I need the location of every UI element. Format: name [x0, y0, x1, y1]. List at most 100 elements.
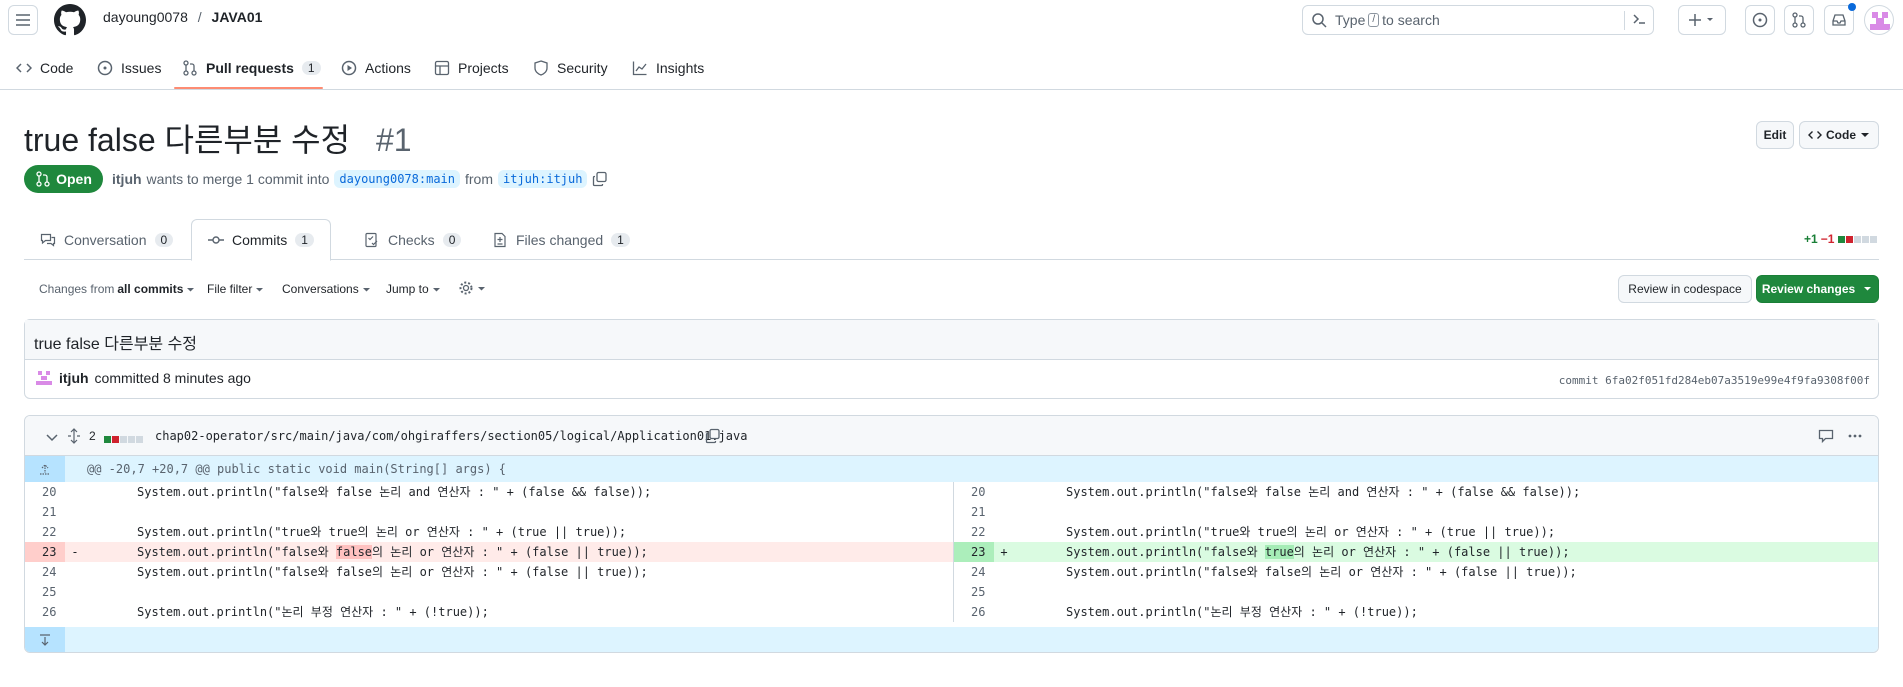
repo-tab-insights[interactable]: Insights — [624, 53, 712, 83]
top-bar: dayoung0078 / JAVA01 Type / to search — [0, 0, 1903, 40]
tab-count: 0 — [154, 232, 174, 247]
tab-checks[interactable]: Checks 0 — [348, 219, 477, 260]
author-avatar[interactable] — [35, 369, 53, 387]
line-number[interactable]: 20 — [25, 482, 65, 502]
menu-button[interactable] — [8, 5, 38, 35]
line-number[interactable]: 21 — [954, 502, 994, 522]
repo-tab-pull-requests[interactable]: Pull requests 1 — [174, 53, 329, 83]
search-input[interactable]: Type / to search — [1302, 5, 1654, 35]
create-new-button[interactable] — [1678, 5, 1726, 35]
repo-tab-code[interactable]: Code — [8, 53, 81, 83]
line-number[interactable]: 21 — [25, 502, 65, 522]
code-segment: System.out.println("false와 — [1066, 545, 1265, 559]
pull-request-icon — [183, 60, 197, 76]
chevron-down-icon — [187, 287, 195, 291]
code-line: System.out.println("false와 false의 논리 or … — [85, 542, 648, 562]
kebab-horizontal-icon[interactable] — [1847, 428, 1863, 444]
code-line: System.out.println("true와 true의 논리 or 연산… — [1066, 525, 1556, 539]
repo-tab-issues[interactable]: Issues — [89, 53, 169, 83]
line-number[interactable]: 23 — [954, 542, 994, 562]
repo-name-link[interactable]: JAVA01 — [212, 9, 263, 25]
line-number[interactable]: 22 — [954, 522, 994, 542]
tab-conversation[interactable]: Conversation 0 — [24, 219, 189, 260]
added-word: true — [1264, 545, 1294, 559]
line-number[interactable]: 25 — [954, 582, 994, 602]
issues-button[interactable] — [1745, 5, 1775, 35]
code-icon — [16, 63, 32, 73]
changes-from-value: all commits — [117, 282, 184, 296]
conversations-dropdown[interactable]: Conversations — [282, 282, 371, 296]
diff-settings-dropdown[interactable] — [458, 280, 486, 296]
user-avatar[interactable] — [1864, 5, 1894, 35]
pr-meta: itjuh wants to merge 1 commit into dayou… — [112, 170, 608, 188]
line-number[interactable]: 23 — [25, 542, 65, 562]
tab-commits[interactable]: Commits 1 — [191, 219, 331, 261]
diff-right: 26 System.out.println("논리 부정 연산자 : " + (!… — [953, 602, 1878, 622]
chevron-down-icon — [1864, 287, 1872, 291]
base-branch[interactable]: dayoung0078:main — [334, 170, 460, 188]
repo-tab-security[interactable]: Security — [525, 53, 616, 83]
changes-from-dropdown[interactable]: Changes from all commits — [39, 282, 195, 296]
jump-to-label: Jump to — [386, 282, 429, 296]
comment-icon[interactable] — [1818, 428, 1834, 444]
line-number[interactable]: 24 — [954, 562, 994, 582]
notification-dot — [1848, 3, 1856, 11]
review-in-codespace-label: Review in codespace — [1628, 282, 1742, 296]
repo-tab-label: Pull requests — [206, 60, 294, 76]
code-segment: 의 논리 or 연산자 : " + (false || true)); — [1293, 545, 1570, 559]
breadcrumb-separator: / — [197, 9, 202, 25]
line-number[interactable]: 20 — [954, 482, 994, 502]
line-number[interactable]: 24 — [25, 562, 65, 582]
line-number[interactable]: 26 — [25, 602, 65, 622]
issue-icon — [97, 60, 113, 76]
code-icon — [1808, 131, 1822, 139]
chevron-down-icon — [478, 286, 485, 290]
file-filter-dropdown[interactable]: File filter — [207, 282, 264, 296]
diff-right: 20 System.out.println("false와 false 논리 an… — [953, 482, 1878, 502]
expand-up-icon[interactable] — [25, 456, 65, 482]
graph-icon — [632, 61, 647, 76]
review-in-codespace-button[interactable]: Review in codespace — [1618, 275, 1752, 303]
code-dropdown-button[interactable]: Code — [1799, 121, 1879, 149]
review-changes-button[interactable]: Review changes — [1756, 275, 1879, 303]
file-change-count: 2 — [89, 429, 96, 443]
jump-to-dropdown[interactable]: Jump to — [386, 282, 441, 296]
diff-row: 25 25 — [25, 582, 1878, 602]
chevron-down-icon[interactable] — [45, 430, 59, 444]
copy-icon[interactable] — [705, 428, 721, 444]
edit-title-button[interactable]: Edit — [1756, 121, 1794, 149]
line-number[interactable]: 22 — [25, 522, 65, 542]
command-palette-icon[interactable] — [1624, 11, 1647, 30]
pull-requests-button[interactable] — [1784, 5, 1814, 35]
repo-owner-link[interactable]: dayoung0078 — [103, 9, 188, 25]
chevron-down-icon — [432, 287, 440, 291]
diff-row: 21 21 — [25, 502, 1878, 522]
pr-from-text: from — [465, 171, 493, 187]
pr-author-link[interactable]: itjuh — [112, 171, 142, 187]
tab-label: Checks — [388, 231, 435, 248]
line-number[interactable]: 26 — [954, 602, 994, 622]
line-number[interactable]: 25 — [25, 582, 65, 602]
diff-left: 20 System.out.println("false와 false 논리 an… — [25, 482, 953, 502]
inbox-button[interactable] — [1824, 3, 1856, 35]
chevron-down-icon — [362, 287, 370, 291]
expand-down-icon[interactable] — [25, 627, 65, 652]
file-path[interactable]: chap02-operator/src/main/java/com/ohgira… — [155, 429, 747, 443]
github-logo-icon[interactable] — [54, 4, 86, 39]
diffstat-added: +1 — [1804, 232, 1818, 246]
head-branch[interactable]: itjuh:itjuh — [498, 170, 588, 188]
unfold-icon[interactable] — [67, 428, 81, 444]
commit-author-link[interactable]: itjuh — [59, 370, 89, 386]
diff-right: 21 — [953, 502, 1878, 522]
pull-request-icon — [1792, 12, 1806, 28]
repo-tab-actions[interactable]: Actions — [333, 53, 419, 83]
tab-files-changed[interactable]: Files changed 1 — [476, 219, 646, 260]
repo-tab-projects[interactable]: Projects — [426, 53, 517, 83]
commit-sha[interactable]: commit 6fa02f051fd284eb07a3519e99e4f9fa9… — [1559, 374, 1870, 387]
conversations-label: Conversations — [282, 282, 359, 296]
copy-icon[interactable] — [592, 171, 608, 187]
edit-label: Edit — [1763, 128, 1787, 142]
search-placeholder-suffix: to search — [1382, 12, 1440, 28]
diff-row: 24 System.out.println("false와 false의 논리 o… — [25, 562, 1878, 582]
